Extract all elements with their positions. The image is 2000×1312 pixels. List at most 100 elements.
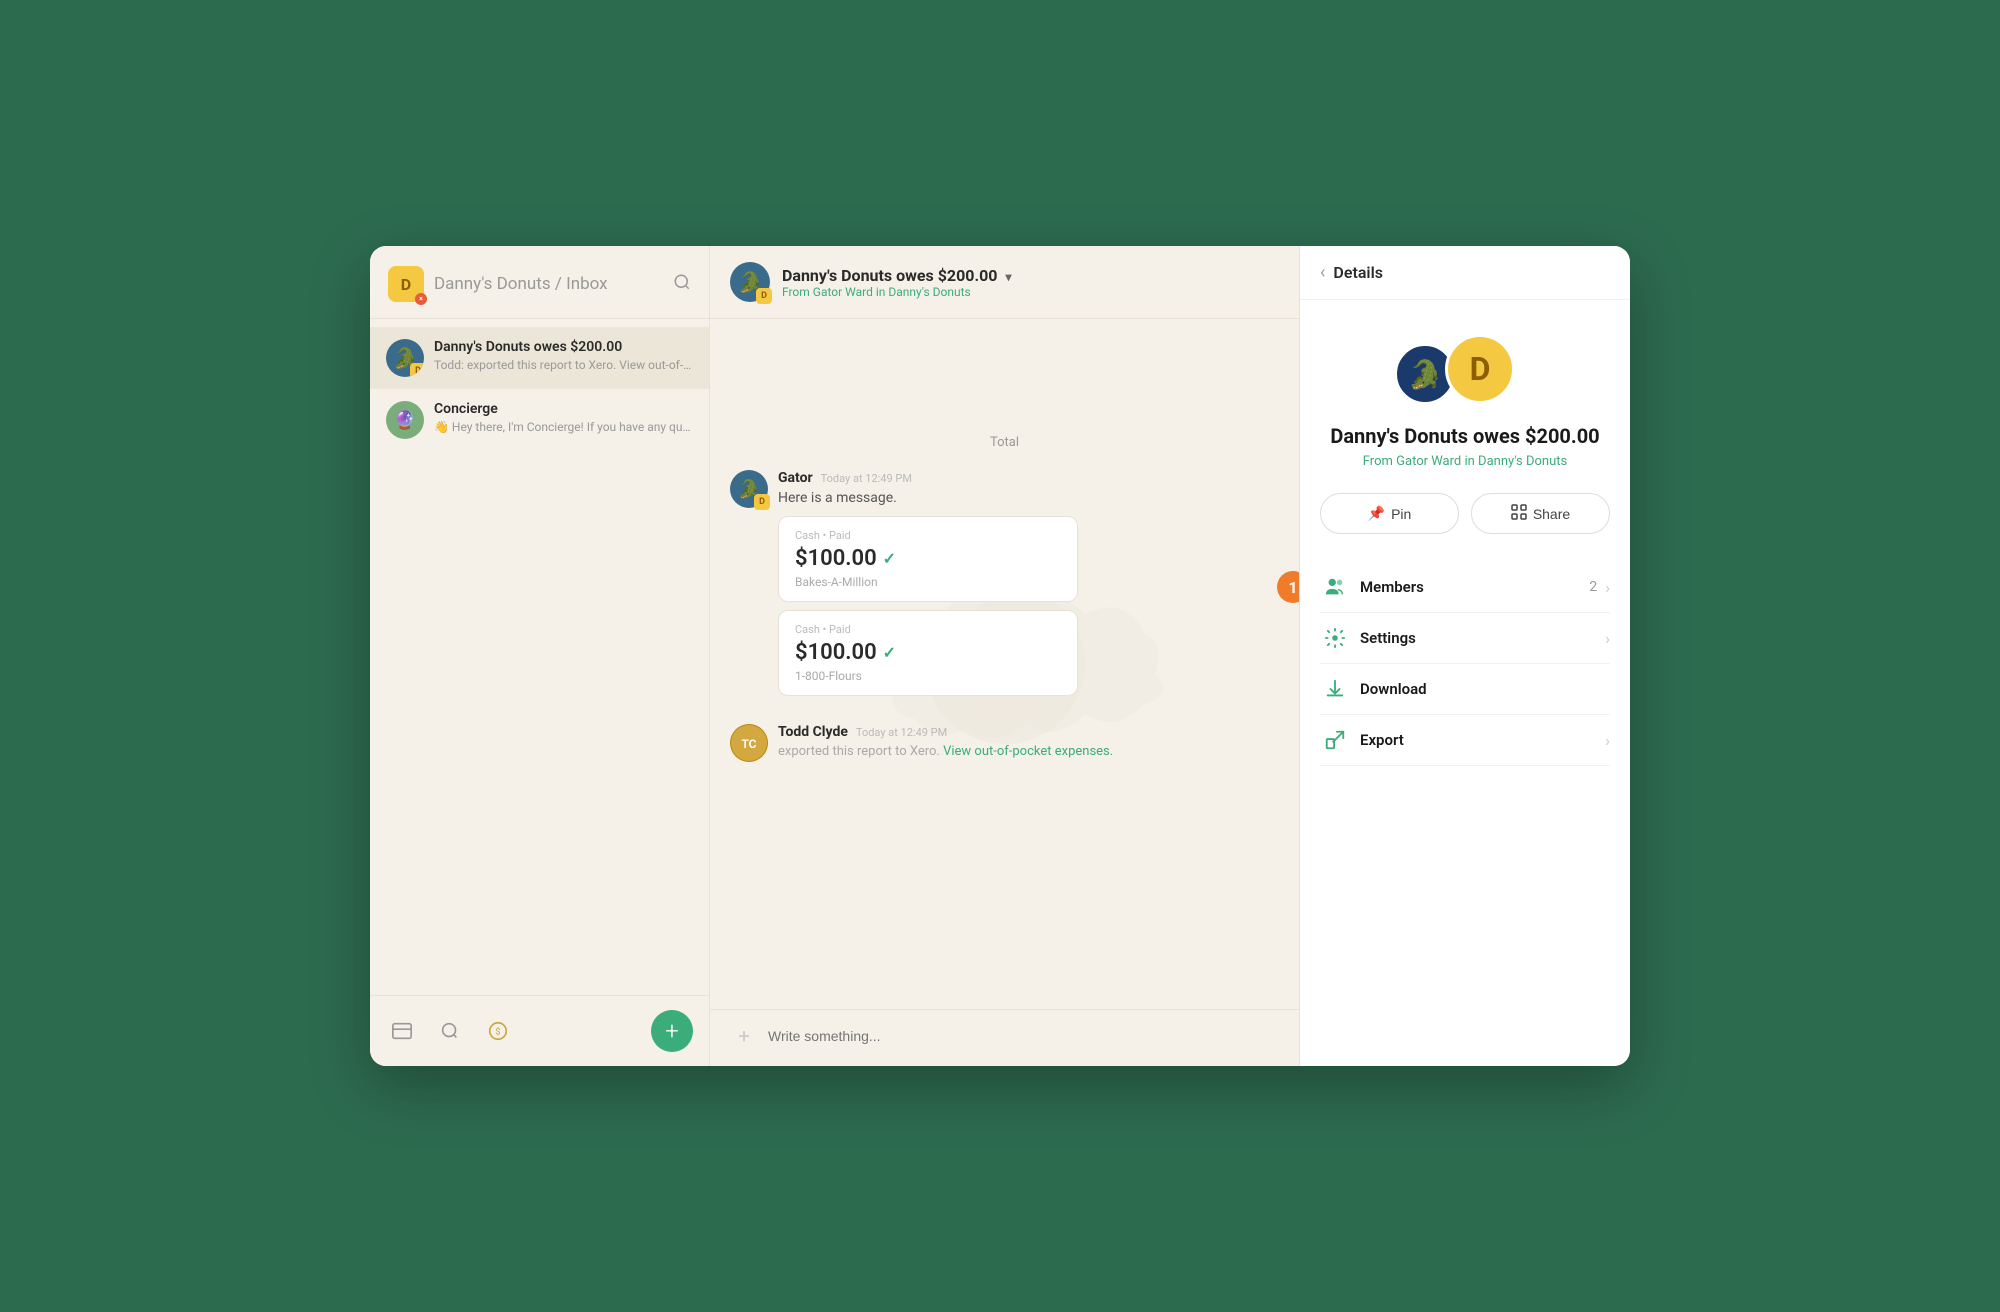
sidebar-header: D × Danny's Donuts / Inbox <box>370 246 709 319</box>
chevron-icon-members: › <box>1605 578 1610 597</box>
svg-text:TC: TC <box>741 737 756 751</box>
item-content-concierge: Concierge 👋 Hey there, I'm Concierge! If… <box>434 401 693 434</box>
members-icon <box>1320 576 1350 598</box>
search-button[interactable] <box>673 273 691 295</box>
app-window: D × Danny's Donuts / Inbox 🐊 <box>370 246 1630 1066</box>
msg-name-gator: Gator <box>778 470 813 486</box>
expense-amount-2: $100.00 ✓ <box>795 640 1061 665</box>
sidebar: D × Danny's Donuts / Inbox 🐊 <box>370 246 710 1066</box>
chat-content: Total 🐊 D Gator Today at 12:49 PM Here i… <box>710 319 1299 1009</box>
msg-gator-d-badge: D <box>754 494 770 510</box>
settings-icon <box>1320 627 1350 649</box>
svg-text:$: $ <box>495 1027 500 1038</box>
total-label: Total <box>730 335 1279 450</box>
add-button[interactable]: + <box>651 1010 693 1052</box>
message-group-todd: TC Todd Clyde Today at 12:49 PM exported… <box>730 724 1279 762</box>
item-avatar-gator: 🐊 D <box>386 339 424 377</box>
expense-card-1: Cash • Paid $100.00 ✓ Bakes-A-Million <box>778 516 1078 602</box>
view-expenses-link[interactable]: View out-of-pocket expenses. <box>943 744 1113 759</box>
search-chat-icon[interactable] <box>434 1015 466 1047</box>
sidebar-list: 🐊 D Danny's Donuts owes $200.00 Todd: ex… <box>370 319 709 995</box>
notification-badge: 1 <box>1277 571 1299 603</box>
menu-label-download: Download <box>1360 680 1610 698</box>
item-name-concierge: Concierge <box>434 401 693 417</box>
chat-input[interactable] <box>768 1028 1279 1044</box>
sidebar-bottom: $ + <box>370 995 709 1066</box>
chevron-down-icon: ▾ <box>1005 270 1011 284</box>
msg-content-todd: Todd Clyde Today at 12:49 PM exported th… <box>778 724 1279 759</box>
detail-avatar-d: D <box>1445 334 1515 404</box>
pin-icon: 📌 <box>1368 505 1385 522</box>
check-icon-2: ✓ <box>883 643 896 662</box>
details-actions: 📌 Pin Share <box>1320 493 1610 534</box>
msg-time-todd: Today at 12:49 PM <box>856 726 947 739</box>
chevron-icon-settings: › <box>1605 629 1610 648</box>
menu-label-settings: Settings <box>1360 629 1605 647</box>
download-icon <box>1320 678 1350 700</box>
details-from-link[interactable]: Gator Ward <box>1396 454 1461 469</box>
item-content-donuts: Danny's Donuts owes $200.00 Todd: export… <box>434 339 693 372</box>
msg-text-gator: Here is a message. <box>778 490 1279 506</box>
msg-header-todd: Todd Clyde Today at 12:49 PM <box>778 724 1279 740</box>
message-group-gator: 🐊 D Gator Today at 12:49 PM Here is a me… <box>730 470 1279 704</box>
item-preview-donuts: Todd: exported this report to Xero. View… <box>434 358 693 372</box>
details-name: Danny's Donuts owes $200.00 <box>1320 424 1610 448</box>
check-icon-1: ✓ <box>883 549 896 568</box>
menu-item-export[interactable]: Export › <box>1320 715 1610 766</box>
expense-label-1: Cash • Paid <box>795 529 1061 542</box>
d-badge: D <box>410 363 424 377</box>
details-menu: Members 2 › Settings › <box>1320 562 1610 766</box>
sidebar-item-concierge[interactable]: 🔮 Concierge 👋 Hey there, I'm Concierge! … <box>370 389 709 451</box>
msg-avatar-todd: TC <box>730 724 768 762</box>
sidebar-header-left: D × Danny's Donuts / Inbox <box>388 266 608 302</box>
details-body: 🐊 D Danny's Donuts owes $200.00 From Gat… <box>1300 300 1630 1066</box>
inbox-icon[interactable] <box>386 1015 418 1047</box>
avatar-x-badge: × <box>415 293 427 305</box>
msg-time-gator: Today at 12:49 PM <box>821 472 912 485</box>
chat-input-area: + <box>710 1009 1299 1066</box>
chat-header-info: Danny's Donuts owes $200.00 ▾ From Gator… <box>782 266 1011 299</box>
msg-name-todd: Todd Clyde <box>778 724 848 740</box>
details-title: Details <box>1333 263 1383 282</box>
chat-header: 🐊 D Danny's Donuts owes $200.00 ▾ From G… <box>710 246 1299 319</box>
details-panel: ‹ Details 🐊 D Danny's Donuts owes $200.0… <box>1300 246 1630 1066</box>
share-button[interactable]: Share <box>1471 493 1610 534</box>
menu-item-members[interactable]: Members 2 › <box>1320 562 1610 613</box>
details-avatars: 🐊 D <box>1320 324 1610 404</box>
expense-card-2: Cash • Paid $100.00 ✓ 1-800-Flours <box>778 610 1078 696</box>
export-icon <box>1320 729 1350 751</box>
expense-amount-1: $100.00 ✓ <box>795 546 1061 571</box>
item-name-donuts: Danny's Donuts owes $200.00 <box>434 339 693 355</box>
item-avatar-concierge: 🔮 <box>386 401 424 439</box>
details-header: ‹ Details <box>1300 246 1630 300</box>
bottom-icons: $ <box>386 1015 514 1047</box>
menu-item-download[interactable]: Download <box>1320 664 1610 715</box>
chat-header-d-badge: D <box>756 288 772 304</box>
menu-item-settings[interactable]: Settings › <box>1320 613 1610 664</box>
chat-header-from-link[interactable]: Gator Ward <box>813 285 873 299</box>
menu-label-members: Members <box>1360 578 1589 596</box>
msg-content-gator: Gator Today at 12:49 PM Here is a messag… <box>778 470 1279 704</box>
sidebar-item-dannys-donuts[interactable]: 🐊 D Danny's Donuts owes $200.00 Todd: ex… <box>370 327 709 389</box>
add-attachment-button[interactable]: + <box>730 1022 758 1050</box>
details-from: From Gator Ward in Danny's Donuts <box>1320 454 1610 469</box>
main-chat: 🐊 D Danny's Donuts owes $200.00 ▾ From G… <box>710 246 1300 1066</box>
chat-header-avatar: 🐊 D <box>730 262 770 302</box>
chat-header-subtitle: From Gator Ward in Danny's Donuts <box>782 285 1011 299</box>
menu-label-export: Export <box>1360 731 1605 749</box>
expense-label-2: Cash • Paid <box>795 623 1061 636</box>
msg-avatar-gator: 🐊 D <box>730 470 768 508</box>
menu-count-members: 2 <box>1589 579 1597 595</box>
expense-merchant-1: Bakes-A-Million <box>795 575 1061 589</box>
todd-message: exported this report to Xero. View out-o… <box>778 744 1279 759</box>
coin-icon[interactable]: $ <box>482 1015 514 1047</box>
chat-header-title: Danny's Donuts owes $200.00 ▾ <box>782 266 1011 285</box>
pin-button[interactable]: 📌 Pin <box>1320 493 1459 534</box>
share-icon <box>1511 504 1527 523</box>
back-arrow-icon[interactable]: ‹ <box>1320 262 1325 283</box>
sidebar-title: Danny's Donuts / Inbox <box>434 274 608 294</box>
chevron-icon-export: › <box>1605 731 1610 750</box>
item-preview-concierge: 👋 Hey there, I'm Concierge! If you have … <box>434 420 693 434</box>
msg-header-gator: Gator Today at 12:49 PM <box>778 470 1279 486</box>
danny-avatar: D × <box>388 266 424 302</box>
